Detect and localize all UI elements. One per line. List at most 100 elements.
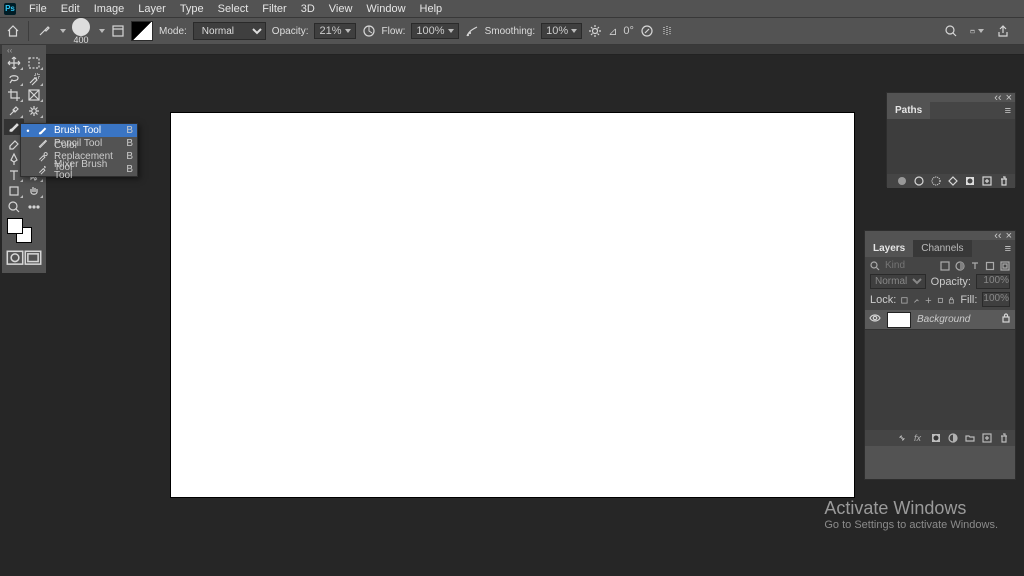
menu-3d[interactable]: 3D xyxy=(294,2,322,16)
adjustment-icon[interactable] xyxy=(948,433,958,443)
fx-icon[interactable]: fx xyxy=(914,433,924,443)
fill-path-icon[interactable] xyxy=(897,176,907,186)
menu-select[interactable]: Select xyxy=(211,2,256,16)
layer-blend-mode[interactable]: Normal xyxy=(870,274,926,289)
toolbox-collapse-icon[interactable]: ‹‹ xyxy=(4,47,44,55)
filter-pixel-icon[interactable] xyxy=(940,261,950,271)
menu-window[interactable]: Window xyxy=(359,2,412,16)
flyout-brush-tool[interactable]: • Brush Tool B xyxy=(21,124,137,137)
brush-blend-swatch[interactable] xyxy=(131,21,153,41)
screenmode-icon[interactable] xyxy=(24,251,42,265)
new-layer-icon[interactable] xyxy=(982,433,992,443)
tab-paths[interactable]: Paths xyxy=(887,102,930,119)
lock-pixels-icon[interactable] xyxy=(913,295,920,305)
layer-fill-value[interactable]: 100% xyxy=(982,292,1010,307)
layer-row[interactable]: Background xyxy=(865,310,1015,330)
lock-position-icon[interactable] xyxy=(925,295,932,305)
home-icon[interactable] xyxy=(6,24,20,38)
panel-close-icon[interactable]: × xyxy=(1006,92,1012,104)
flow-value[interactable]: 100% xyxy=(411,23,458,39)
tool-preset-icon[interactable] xyxy=(37,24,51,38)
menu-layer[interactable]: Layer xyxy=(131,2,173,16)
shape-tool[interactable] xyxy=(4,183,24,199)
mode-label: Mode: xyxy=(159,26,187,37)
symmetry-icon[interactable] xyxy=(660,24,674,38)
canvas[interactable] xyxy=(171,113,854,497)
app-logo: Ps xyxy=(4,3,16,15)
hand-tool[interactable] xyxy=(24,183,44,199)
tab-layers[interactable]: Layers xyxy=(865,240,913,257)
pressure-size-icon[interactable] xyxy=(640,24,654,38)
panel-collapse-icon[interactable]: ‹‹ xyxy=(994,230,1001,242)
edit-toolbar-icon[interactable] xyxy=(24,199,44,215)
smoothing-value[interactable]: 10% xyxy=(541,23,582,39)
panel-menu-icon[interactable]: ≡ xyxy=(1001,241,1015,257)
paths-list xyxy=(887,119,1015,174)
delete-path-icon[interactable] xyxy=(999,176,1009,186)
filter-type-icon[interactable] xyxy=(970,261,980,271)
panel-collapse-icon[interactable]: ‹‹ xyxy=(994,92,1001,104)
color-swatches[interactable] xyxy=(4,215,44,249)
blend-mode-select[interactable]: Normal xyxy=(193,22,266,40)
group-icon[interactable] xyxy=(965,433,975,443)
mask-path-icon[interactable] xyxy=(965,176,975,186)
pressure-opacity-icon[interactable] xyxy=(362,24,376,38)
lock-all-icon[interactable] xyxy=(948,295,955,305)
smoothing-options-icon[interactable] xyxy=(588,24,602,38)
menu-type[interactable]: Type xyxy=(173,2,211,16)
brush-size-preview[interactable]: 400 xyxy=(72,18,90,45)
mask-icon[interactable] xyxy=(931,433,941,443)
brush-size-label: 400 xyxy=(73,36,88,45)
windows-activation-watermark: Activate Windows Go to Settings to activ… xyxy=(824,498,998,531)
panel-menu-icon[interactable]: ≡ xyxy=(1001,103,1015,119)
menu-edit[interactable]: Edit xyxy=(54,2,87,16)
filter-smart-icon[interactable] xyxy=(1000,261,1010,271)
frame-tool[interactable] xyxy=(24,87,44,103)
path-to-shape-icon[interactable] xyxy=(948,176,958,186)
airbrush-icon[interactable] xyxy=(465,24,479,38)
stroke-path-icon[interactable] xyxy=(914,176,924,186)
filter-shape-icon[interactable] xyxy=(985,261,995,271)
layer-filter-kind[interactable] xyxy=(885,260,935,271)
layer-opacity-value[interactable]: 100% xyxy=(976,274,1010,289)
eyedropper-tool[interactable] xyxy=(4,103,24,119)
quickmask-icon[interactable] xyxy=(6,251,24,265)
delete-layer-icon[interactable] xyxy=(999,433,1009,443)
menu-view[interactable]: View xyxy=(322,2,360,16)
foreground-swatch[interactable] xyxy=(7,218,23,234)
menu-filter[interactable]: Filter xyxy=(255,2,293,16)
search-icon[interactable] xyxy=(870,261,880,271)
tab-channels[interactable]: Channels xyxy=(913,240,971,257)
lock-artboard-icon[interactable] xyxy=(937,295,944,305)
fill-label: Fill: xyxy=(960,294,977,306)
workspace-switcher-icon[interactable] xyxy=(970,24,984,38)
move-tool[interactable] xyxy=(4,55,24,71)
panel-close-icon[interactable]: × xyxy=(1006,230,1012,242)
lasso-tool[interactable] xyxy=(4,71,24,87)
opacity-label: Opacity: xyxy=(272,26,309,37)
zoom-tool[interactable] xyxy=(4,199,24,215)
visibility-icon[interactable] xyxy=(869,312,881,327)
flyout-mixer-brush-tool[interactable]: Mixer Brush Tool B xyxy=(21,163,137,176)
lock-transparent-icon[interactable] xyxy=(901,295,908,305)
quick-select-tool[interactable] xyxy=(24,71,44,87)
layer-name[interactable]: Background xyxy=(917,314,970,325)
brush-panel-toggle-icon[interactable] xyxy=(111,24,125,38)
marquee-tool[interactable] xyxy=(24,55,44,71)
share-icon[interactable] xyxy=(996,24,1010,38)
filter-adjust-icon[interactable] xyxy=(955,261,965,271)
search-icon[interactable] xyxy=(944,24,958,38)
brush-angle-value[interactable]: 0° xyxy=(623,25,634,37)
gear-tool-icon[interactable] xyxy=(24,103,44,119)
layer-opacity-label: Opacity: xyxy=(931,276,971,288)
menu-file[interactable]: File xyxy=(22,2,54,16)
menu-image[interactable]: Image xyxy=(87,2,132,16)
menu-help[interactable]: Help xyxy=(413,2,450,16)
new-path-icon[interactable] xyxy=(982,176,992,186)
link-layers-icon[interactable] xyxy=(897,433,907,443)
crop-tool[interactable] xyxy=(4,87,24,103)
layers-panel: ‹‹ × Layers Channels ≡ Normal Opacity: 10… xyxy=(864,230,1016,480)
selection-path-icon[interactable] xyxy=(931,176,941,186)
lock-icon[interactable] xyxy=(1001,313,1011,326)
opacity-value[interactable]: 21% xyxy=(314,23,355,39)
